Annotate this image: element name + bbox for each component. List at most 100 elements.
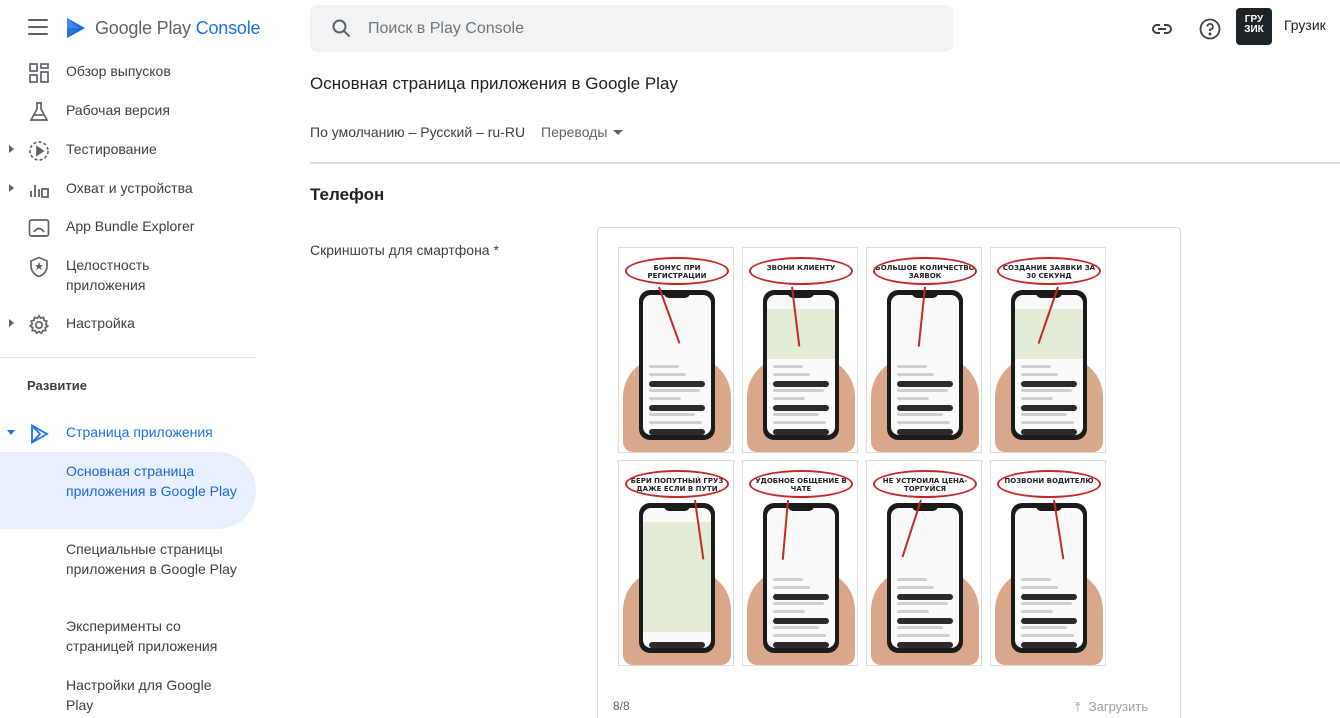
sidebar-item-reach-devices[interactable]: Охват и устройства — [0, 179, 262, 199]
screen-map — [1015, 309, 1083, 359]
sidebar-subitem-store-listing-experiments[interactable]: Эксперименты со страницей приложения — [66, 617, 241, 656]
upload-button[interactable]: ⤒ Загрузить — [1075, 699, 1148, 715]
search-bar[interactable] — [310, 5, 953, 52]
screen-line — [773, 429, 829, 435]
translations-label: Переводы — [541, 124, 608, 140]
screen-line — [773, 578, 803, 581]
screen-line — [1021, 413, 1067, 416]
flask-icon — [29, 102, 49, 121]
bar-chart-icon — [30, 185, 49, 198]
phone-notch — [664, 292, 690, 298]
screen-line — [1021, 365, 1051, 368]
expand-caret-icon[interactable] — [9, 145, 14, 153]
screen-line — [773, 421, 826, 424]
screenshot-thumbnail[interactable]: Удобное общение в чате — [742, 460, 858, 666]
screen-line — [897, 602, 948, 605]
search-input[interactable] — [368, 5, 928, 52]
screen-line — [773, 610, 805, 613]
screen-line — [1021, 421, 1074, 424]
screen-line — [897, 421, 950, 424]
sidebar-item-production[interactable]: Рабочая версия — [0, 101, 262, 121]
screen-line — [773, 594, 829, 600]
screen-line — [897, 594, 953, 600]
screen-line — [649, 389, 700, 392]
chevron-down-icon — [613, 130, 624, 135]
screen-line — [1021, 618, 1077, 624]
upload-label: Загрузить — [1088, 699, 1149, 714]
gear-icon — [28, 314, 50, 335]
screenshot-thumbnail[interactable]: Бонус при регистрации — [618, 247, 734, 453]
screen-line — [773, 389, 824, 392]
screenshot-caption: Удобное общение в чате — [749, 470, 853, 498]
menu-icon[interactable] — [28, 19, 48, 37]
sidebar-subitem-store-settings[interactable]: Настройки для Google Play — [66, 676, 241, 715]
account-name[interactable]: Грузик — [1284, 17, 1326, 33]
phone-notch — [1036, 505, 1062, 511]
screen-line — [773, 405, 829, 411]
help-icon[interactable] — [1198, 17, 1222, 41]
screenshot-thumbnail[interactable]: Создание заявки за 30 секунд — [990, 247, 1106, 453]
screen-line — [1021, 389, 1072, 392]
sidebar-item-app-bundle-explorer[interactable]: App Bundle Explorer — [0, 217, 262, 237]
screen-line — [897, 365, 927, 368]
section-heading-phone: Телефон — [310, 185, 385, 204]
search-icon — [332, 19, 351, 38]
screen-line — [773, 381, 829, 387]
screen-line — [649, 429, 705, 435]
phone-screen — [767, 295, 835, 435]
screenshots-count: 8/8 — [613, 699, 630, 713]
sidebar-subitem-custom-store-listings[interactable]: Специальные страницы приложения в Google… — [66, 540, 241, 579]
screen-line — [897, 634, 950, 637]
phone-notch — [1036, 292, 1062, 298]
screen-line — [897, 429, 953, 435]
screen-map — [767, 309, 835, 359]
screen-line — [1021, 397, 1053, 400]
phone-notch — [664, 505, 690, 511]
header-divider — [310, 162, 1340, 164]
screen-line — [773, 602, 824, 605]
screen-line — [1021, 626, 1067, 629]
screen-line — [1021, 602, 1072, 605]
screenshot-thumbnail[interactable]: Бери попутный груз даже если в пути — [618, 460, 734, 666]
screen-line — [773, 413, 819, 416]
screen-line — [897, 578, 927, 581]
brand-title[interactable]: Google Play Console — [95, 18, 261, 39]
phone-screen — [767, 508, 835, 648]
sidebar-item-releases-overview[interactable]: Обзор выпусков — [0, 62, 262, 83]
screenshot-thumbnail[interactable]: Не устроила цена- торгуйся — [866, 460, 982, 666]
screen-line — [897, 389, 948, 392]
sidebar-item-store-presence[interactable]: Страница приложения — [0, 423, 262, 445]
phone-screen — [1015, 508, 1083, 648]
screen-line — [1021, 642, 1077, 648]
screen-line — [897, 405, 953, 411]
screen-line — [649, 421, 702, 424]
screen-line — [897, 642, 953, 648]
screen-line — [1021, 405, 1077, 411]
screen-line — [773, 626, 819, 629]
link-icon[interactable] — [1150, 17, 1174, 41]
screen-line — [773, 618, 829, 624]
screenshot-thumbnail[interactable]: Большое количество заявок — [866, 247, 982, 453]
screen-line — [1021, 586, 1058, 589]
translations-dropdown[interactable]: Переводы — [541, 124, 624, 140]
account-avatar[interactable]: ГРУ ЗИК — [1236, 8, 1272, 45]
sidebar-subitem-main-store-listing[interactable]: Основная страница приложения в Google Pl… — [66, 462, 241, 501]
screenshot-thumbnail[interactable]: Звони клиенту — [742, 247, 858, 453]
phone-screen — [643, 295, 711, 435]
bundle-icon — [28, 219, 50, 237]
sidebar-item-setup[interactable]: Настройка — [0, 314, 262, 335]
screen-line — [773, 365, 803, 368]
screen-line — [773, 642, 829, 648]
screen-line — [897, 586, 934, 589]
collapse-caret-icon[interactable] — [7, 430, 15, 435]
sidebar-item-testing[interactable]: Тестирование — [0, 140, 262, 161]
screenshot-caption: Позвони водителю — [997, 470, 1101, 498]
screenshot-thumbnail[interactable]: Позвони водителю — [990, 460, 1106, 666]
expand-caret-icon[interactable] — [9, 319, 14, 327]
screen-line — [1021, 429, 1077, 435]
play-console-logo — [67, 18, 85, 38]
sidebar-item-app-integrity[interactable]: Целостность приложения — [0, 256, 262, 296]
expand-caret-icon[interactable] — [9, 184, 14, 192]
screen-line — [1021, 578, 1051, 581]
screen-line — [897, 381, 953, 387]
